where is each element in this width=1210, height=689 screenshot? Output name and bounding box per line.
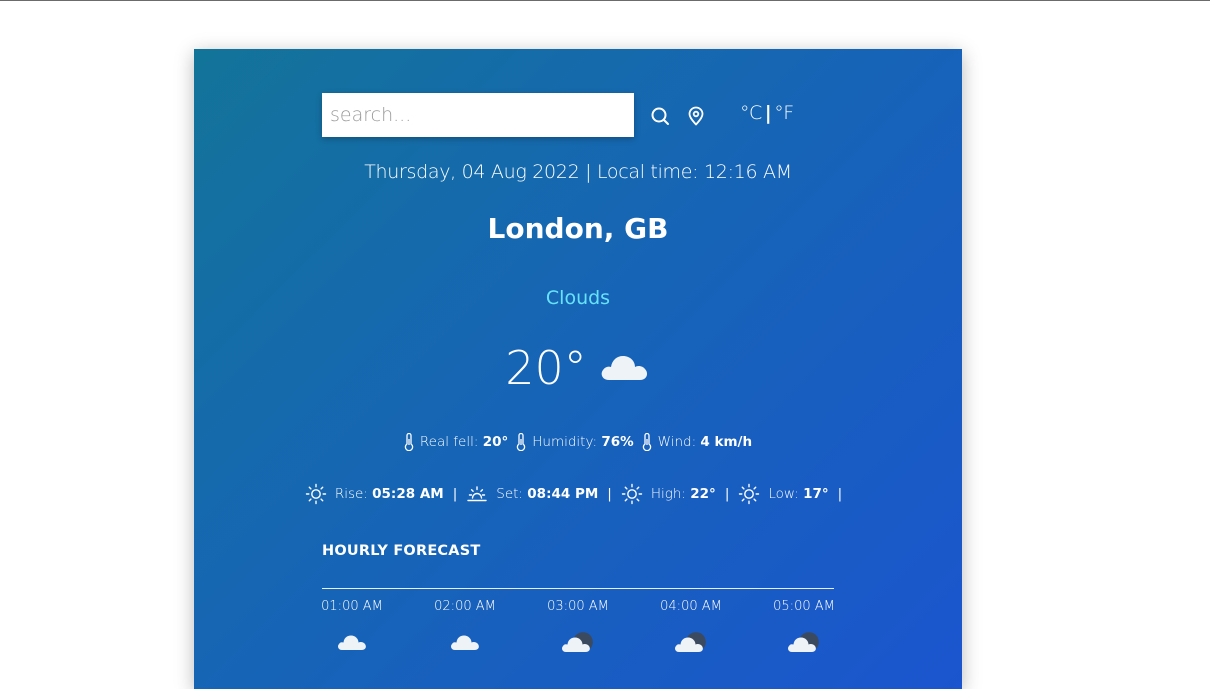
fahrenheit-button[interactable]: °F	[774, 102, 794, 124]
weather-condition: Clouds	[545, 287, 611, 309]
celsius-button[interactable]: °C	[740, 102, 762, 124]
high-value: 22°	[690, 486, 716, 502]
sunrise-value: 05:28 AM	[372, 486, 444, 502]
sun-info-row: Rise: 05:28 AM | Set: 08:44 PM | High: 2…	[194, 483, 962, 505]
date-time-text: Thursday, 04 Aug 2022 | Local time: 12:1…	[364, 161, 792, 183]
sunset-icon	[467, 486, 487, 502]
cloud-icon	[599, 348, 651, 388]
thermometer-icon	[642, 433, 651, 451]
details-row: Real fell: 20° Humidity: 76% Wind: 4 km/…	[194, 433, 962, 451]
hour-time: 02:00 AM	[434, 599, 496, 614]
cloud-night-icon	[673, 630, 709, 658]
wind-value: 4 km/h	[700, 434, 753, 450]
search-input[interactable]	[322, 93, 634, 137]
low-label: Low:	[768, 486, 799, 502]
hour-time: 01:00 AM	[321, 599, 383, 614]
wind-label: Wind:	[657, 434, 697, 450]
humidity-label: Humidity:	[532, 434, 598, 450]
search-icon[interactable]	[648, 104, 672, 128]
top-border-line	[0, 0, 1210, 1]
hour-time: 03:00 AM	[547, 599, 609, 614]
unit-toggle: °C | °F	[740, 102, 794, 124]
real-feel-value: 20°	[482, 434, 509, 450]
humidity-value: 76%	[601, 434, 634, 450]
real-feel-label: Real fell:	[419, 434, 479, 450]
cloud-night-icon	[560, 630, 596, 658]
separator: |	[837, 486, 843, 502]
cloud-night-icon	[786, 630, 822, 658]
location-pin-icon[interactable]	[684, 104, 708, 128]
sunrise-label: Rise:	[334, 486, 368, 502]
real-feel: Real fell: 20°	[404, 433, 508, 451]
hourly-forecast-title: HOURLY FORECAST	[322, 543, 481, 559]
hourly-item: 01:00 AM	[321, 599, 383, 658]
hourly-item: 03:00 AM	[547, 599, 609, 658]
separator: |	[724, 486, 730, 502]
sunset-value: 08:44 PM	[527, 486, 599, 502]
separator: |	[452, 486, 458, 502]
hourly-divider	[322, 588, 834, 589]
low-value: 17°	[803, 486, 829, 502]
hourly-item: 04:00 AM	[660, 599, 722, 658]
wind: Wind: 4 km/h	[642, 433, 752, 451]
hour-time: 04:00 AM	[660, 599, 722, 614]
sunset: Set: 08:44 PM	[466, 483, 598, 505]
humidity: Humidity: 76%	[516, 433, 634, 451]
unit-separator: |	[764, 102, 772, 124]
sunrise: Rise: 05:28 AM	[305, 483, 444, 505]
thermometer-icon	[517, 433, 526, 451]
sunset-label: Set:	[496, 486, 523, 502]
current-temperature: 20°	[505, 341, 587, 395]
hourly-item: 02:00 AM	[434, 599, 496, 658]
temperature-row: 20°	[194, 345, 962, 391]
hourly-item: 05:00 AM	[773, 599, 835, 658]
cloud-icon	[336, 630, 368, 656]
sun-icon	[739, 483, 760, 505]
low-temp: Low: 17°	[738, 483, 829, 505]
sun-icon	[621, 483, 643, 505]
high-temp: High: 22°	[621, 483, 716, 505]
sun-icon	[305, 483, 327, 505]
thermometer-icon	[404, 433, 414, 451]
location-title: London, GB	[487, 212, 669, 245]
hour-time: 05:00 AM	[773, 599, 835, 614]
hourly-forecast-list: 01:00 AM 02:00 AM 03:00 AM 04:00 AM 05:0…	[321, 599, 835, 658]
separator: |	[607, 486, 612, 502]
cloud-icon	[449, 630, 481, 656]
high-label: High:	[650, 486, 686, 502]
weather-card: °C|°F Thursday, 04 Aug 2022 | Local time…	[194, 49, 962, 689]
